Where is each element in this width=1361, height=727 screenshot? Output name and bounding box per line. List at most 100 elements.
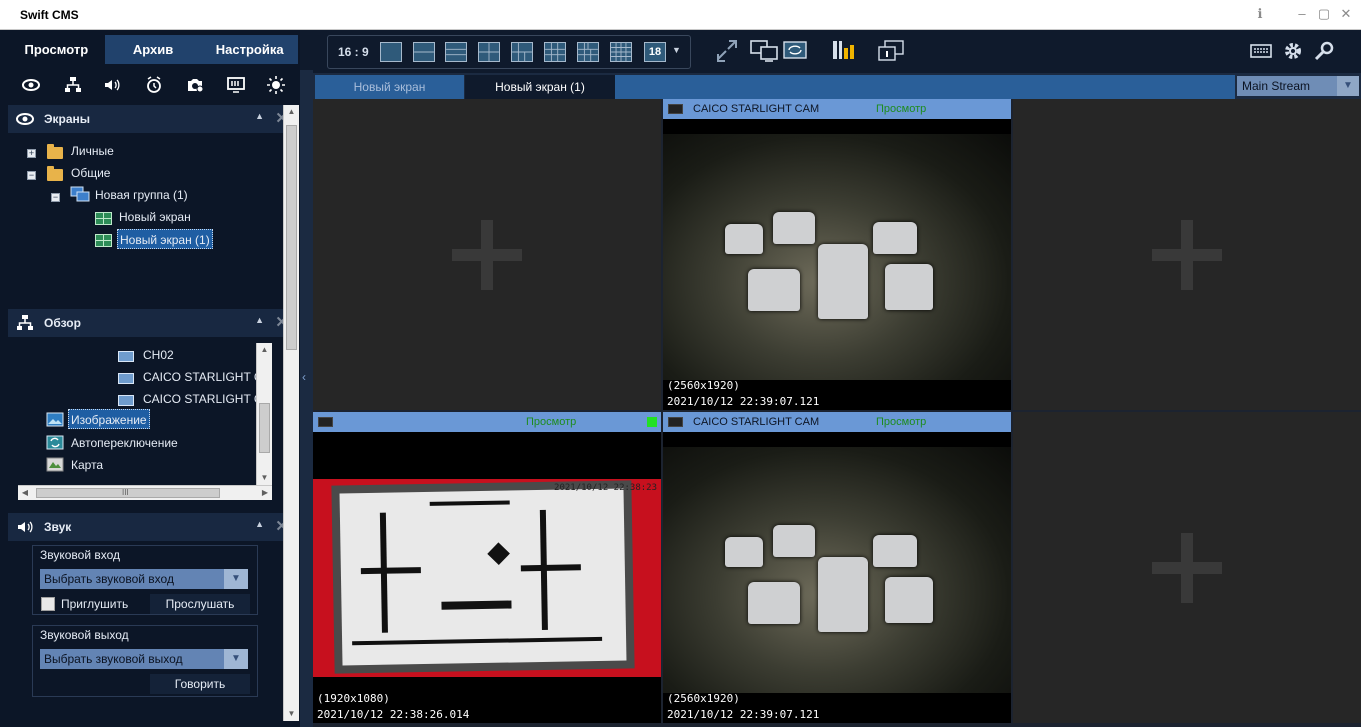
overview-hscrollbar[interactable]: ◀ III ▶ xyxy=(18,485,272,500)
multi-monitor-icon[interactable] xyxy=(749,40,779,62)
scroll-up-icon[interactable]: ▲ xyxy=(257,343,272,357)
scroll-thumb[interactable] xyxy=(286,125,297,350)
tree-item-screen[interactable]: Новый экран xyxy=(119,207,191,227)
gear-icon[interactable] xyxy=(1281,40,1305,62)
close-icon[interactable]: ✕ xyxy=(1338,6,1354,22)
layout-9-icon[interactable] xyxy=(544,42,566,62)
folder-open-icon xyxy=(47,166,63,181)
stream-select[interactable]: Main Stream ▼ xyxy=(1237,76,1359,96)
collapse-icon[interactable]: − xyxy=(51,193,60,202)
brightness-icon[interactable] xyxy=(267,76,285,94)
expand-icon[interactable]: + xyxy=(27,149,36,158)
chevron-down-icon[interactable]: ▼ xyxy=(1337,76,1359,96)
info-screens-icon[interactable] xyxy=(877,40,905,62)
car-shape xyxy=(885,264,933,310)
add-camera-icon[interactable] xyxy=(452,219,522,290)
panel-splitter[interactable]: ‹ xyxy=(300,70,313,727)
tab-archive[interactable]: Архив xyxy=(104,35,202,64)
layout-1-icon[interactable] xyxy=(380,42,402,62)
tree-item-camera[interactable]: CH02 xyxy=(143,345,174,365)
tab-settings[interactable]: Настройка xyxy=(201,35,299,64)
layout-16-icon[interactable] xyxy=(610,42,632,62)
stream-info-icon[interactable] xyxy=(831,40,855,62)
collapse-icon[interactable]: ▲ xyxy=(255,519,264,529)
collapse-icon[interactable]: ▲ xyxy=(255,111,264,121)
video-cell[interactable]: Просмотр 2021/10/12 22:38:23 (1920x1080)… xyxy=(313,412,661,723)
scroll-thumb[interactable] xyxy=(259,403,270,453)
layout-count-button[interactable]: 18 xyxy=(644,42,666,62)
camera-video[interactable]: (2560x1920) 2021/10/12 22:39:07.121 xyxy=(663,432,1011,723)
eye-icon xyxy=(16,113,34,125)
timestamp-label: 2021/10/12 22:39:07.121 xyxy=(667,395,820,408)
tree-item-personal[interactable]: Личные xyxy=(71,141,114,161)
maximize-icon[interactable]: ▢ xyxy=(1316,6,1332,22)
app-title: Swift CMS xyxy=(20,8,79,22)
camera-header: CAICO STARLIGHT CAM Просмотр xyxy=(663,412,1011,432)
mute-checkbox[interactable] xyxy=(41,597,55,611)
aspect-ratio-button[interactable]: 16 : 9 xyxy=(338,45,369,59)
video-cell-empty[interactable] xyxy=(1013,99,1361,410)
chevron-down-icon[interactable]: ▼ xyxy=(672,45,681,55)
layout-3-icon[interactable] xyxy=(445,42,467,62)
tab-screen[interactable]: Новый экран xyxy=(315,75,464,99)
layout-selector: 16 : 9 18 ▼ xyxy=(327,35,691,69)
screens-panel-header: Экраны ▲ ✕ xyxy=(8,105,298,133)
add-camera-icon[interactable] xyxy=(1152,532,1222,603)
audio-output-select[interactable]: Выбрать звуковой выход ▼ xyxy=(40,649,248,669)
layout-4-icon[interactable] xyxy=(478,42,500,62)
scroll-right-icon[interactable]: ▶ xyxy=(258,486,272,500)
tree-item-common[interactable]: Общие xyxy=(71,163,110,183)
camera-settings-icon[interactable] xyxy=(186,76,204,94)
tree-item-screen-1[interactable]: Новый экран (1) xyxy=(117,229,213,249)
chevron-down-icon[interactable]: ▼ xyxy=(224,649,248,669)
camera-video[interactable]: (2560x1920) 2021/10/12 22:39:07.121 xyxy=(663,119,1011,410)
keyboard-icon[interactable] xyxy=(1249,40,1273,62)
video-cell[interactable]: CAICO STARLIGHT CAM Просмотр (2560x1920)… xyxy=(663,99,1011,410)
tree-item-new-group[interactable]: Новая группа (1) xyxy=(95,185,188,205)
tab-screen-1[interactable]: Новый экран (1) xyxy=(465,75,615,99)
tree-item-image[interactable]: Изображение xyxy=(68,409,150,429)
layout-2-icon[interactable] xyxy=(413,42,435,62)
collapse-icon[interactable]: − xyxy=(27,171,36,180)
timestamp-label: 2021/10/12 22:38:26.014 xyxy=(317,708,470,721)
chevron-down-icon[interactable]: ▼ xyxy=(224,569,248,589)
scroll-down-icon[interactable]: ▼ xyxy=(257,471,272,485)
listen-button[interactable]: Прослушать xyxy=(150,594,250,614)
video-cell-empty[interactable] xyxy=(1013,412,1361,723)
add-camera-icon[interactable] xyxy=(1152,219,1222,290)
scroll-left-icon[interactable]: ◀ xyxy=(18,486,32,500)
fullscreen-icon[interactable] xyxy=(715,40,739,62)
speaker-icon[interactable] xyxy=(103,76,121,94)
camera-header: Просмотр xyxy=(313,412,661,432)
tab-view[interactable]: Просмотр xyxy=(8,35,105,64)
car-shape xyxy=(885,577,933,623)
resolution-label: (2560x1920) xyxy=(667,692,740,705)
network-icon[interactable] xyxy=(64,76,82,94)
search-icon[interactable] xyxy=(1313,40,1337,62)
tree-item-camera[interactable]: CAICO STARLIGHT C xyxy=(143,389,256,409)
info-icon[interactable]: ℹ xyxy=(1252,6,1268,22)
video-cell-empty[interactable] xyxy=(313,99,661,410)
talk-button[interactable]: Говорить xyxy=(150,674,250,694)
video-cell[interactable]: CAICO STARLIGHT CAM Просмотр (2560x1920)… xyxy=(663,412,1011,723)
collapse-icon[interactable]: ▲ xyxy=(255,315,264,325)
scroll-up-icon[interactable]: ▲ xyxy=(284,105,299,119)
tree-item-camera[interactable]: CAICO STARLIGHT C xyxy=(143,367,256,387)
alarm-icon[interactable] xyxy=(145,76,163,94)
car-shape xyxy=(818,557,868,632)
tree-item-map[interactable]: Карта xyxy=(71,455,103,475)
minimize-icon[interactable]: – xyxy=(1294,6,1310,22)
recording-indicator xyxy=(647,417,657,427)
collapse-left-icon[interactable]: ‹ xyxy=(302,370,306,384)
layout-6-icon[interactable] xyxy=(511,42,533,62)
camera-video[interactable]: 2021/10/12 22:38:23 (1920x1080) 2021/10/… xyxy=(313,432,661,723)
layout-10-icon[interactable] xyxy=(577,42,599,62)
monitor-icon[interactable] xyxy=(227,76,245,94)
overview-scrollbar[interactable]: ▲ ▼ xyxy=(256,343,272,485)
scroll-down-icon[interactable]: ▼ xyxy=(284,707,299,721)
audio-input-select[interactable]: Выбрать звуковой вход ▼ xyxy=(40,569,248,589)
left-panel-scrollbar[interactable]: ▲ ▼ xyxy=(283,105,299,721)
eye-icon[interactable] xyxy=(22,76,40,94)
sequence-icon[interactable] xyxy=(783,40,807,62)
tree-item-autoswitch[interactable]: Автопереключение xyxy=(71,433,178,453)
